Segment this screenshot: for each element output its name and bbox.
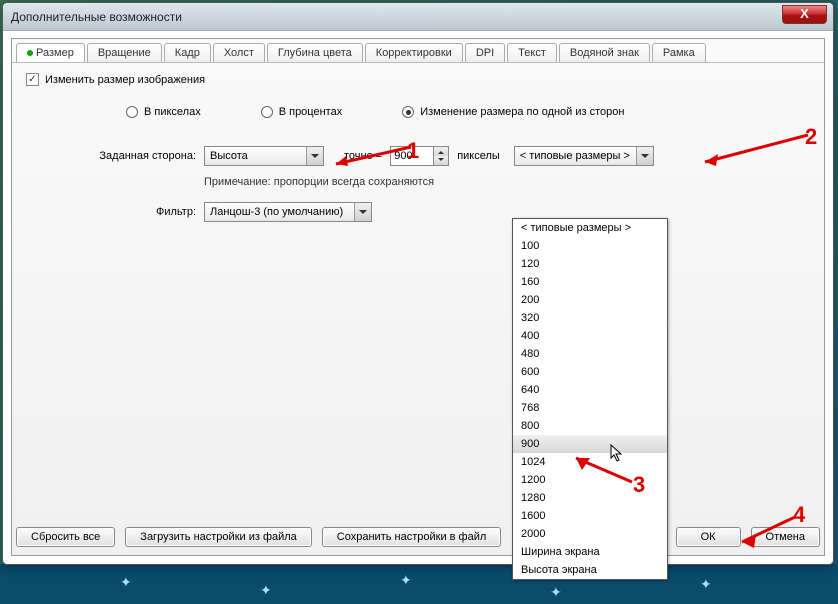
tab-depth[interactable]: Глубина цвета (267, 43, 363, 62)
radio-pixels[interactable] (126, 106, 138, 118)
save-button[interactable]: Сохранить настройки в файл (322, 527, 501, 547)
filter-label: Фильтр: (86, 206, 196, 218)
dropdown-item[interactable]: 100 (513, 237, 667, 255)
dropdown-item[interactable]: < типовые размеры > (513, 219, 667, 237)
dropdown-item[interactable]: 320 (513, 309, 667, 327)
dropdown-item[interactable]: 600 (513, 363, 667, 381)
tab-size[interactable]: Размер (16, 43, 85, 62)
mouse-cursor-icon (610, 444, 624, 467)
dialog-body: Размер Вращение Кадр Холст Глубина цвета… (11, 38, 825, 556)
close-button[interactable]: X (782, 5, 827, 24)
resize-checkbox[interactable]: ✓ (26, 73, 39, 86)
tab-adjust[interactable]: Корректировки (365, 43, 463, 62)
dropdown-item[interactable]: 400 (513, 327, 667, 345)
titlebar: Дополнительные возможности X (3, 3, 833, 31)
tab-watermark[interactable]: Водяной знак (559, 43, 650, 62)
radio-percent[interactable] (261, 106, 273, 118)
tab-crop[interactable]: Кадр (164, 43, 211, 62)
reset-button[interactable]: Сбросить все (16, 527, 115, 547)
dropdown-item[interactable]: 800 (513, 417, 667, 435)
dropdown-item[interactable]: 768 (513, 399, 667, 417)
tab-rotation[interactable]: Вращение (87, 43, 162, 62)
side-label: Заданная сторона: (86, 150, 196, 162)
tab-strip: Размер Вращение Кадр Холст Глубина цвета… (12, 39, 824, 63)
resize-checkbox-label: Изменить размер изображения (45, 74, 205, 86)
load-button[interactable]: Загрузить настройки из файла (125, 527, 312, 547)
preset-select[interactable]: < типовые размеры > (514, 146, 654, 166)
note-label: Примечание: пропорции всегда сохраняются (204, 176, 810, 188)
dropdown-item[interactable]: 2000 (513, 525, 667, 543)
dropdown-item[interactable]: 120 (513, 255, 667, 273)
tab-text[interactable]: Текст (507, 43, 557, 62)
dropdown-item[interactable]: 160 (513, 273, 667, 291)
dropdown-item[interactable]: Ширина экрана (513, 543, 667, 561)
unit-label: пикселы (457, 150, 500, 162)
arrow-3 (564, 448, 636, 488)
arrow-4 (730, 512, 800, 552)
side-select[interactable]: Высота (204, 146, 324, 166)
tab-canvas[interactable]: Холст (213, 43, 265, 62)
arrow-2 (690, 130, 814, 170)
tab-dpi[interactable]: DPI (465, 43, 505, 62)
dropdown-item[interactable]: Высота экрана (513, 561, 667, 579)
dropdown-item[interactable]: 1600 (513, 507, 667, 525)
dropdown-item[interactable]: 200 (513, 291, 667, 309)
active-dot-icon (27, 50, 33, 56)
preset-dropdown-list: < типовые размеры >100120160200320400480… (512, 218, 668, 580)
size-spinner[interactable] (434, 146, 449, 166)
window-title: Дополнительные возможности (11, 10, 182, 24)
tab-frame[interactable]: Рамка (652, 43, 706, 62)
radio-side[interactable] (402, 106, 414, 118)
background: ✦ ✦ ✦ ✦ ✦ (0, 564, 838, 604)
dropdown-item[interactable]: 640 (513, 381, 667, 399)
filter-select[interactable]: Ланцош-3 (по умолчанию) (204, 202, 372, 222)
dropdown-item[interactable]: 480 (513, 345, 667, 363)
dialog-window: Дополнительные возможности X Размер Вращ… (2, 2, 834, 565)
arrow-1 (316, 142, 416, 172)
chevron-down-icon (636, 147, 653, 165)
chevron-down-icon (354, 203, 371, 221)
